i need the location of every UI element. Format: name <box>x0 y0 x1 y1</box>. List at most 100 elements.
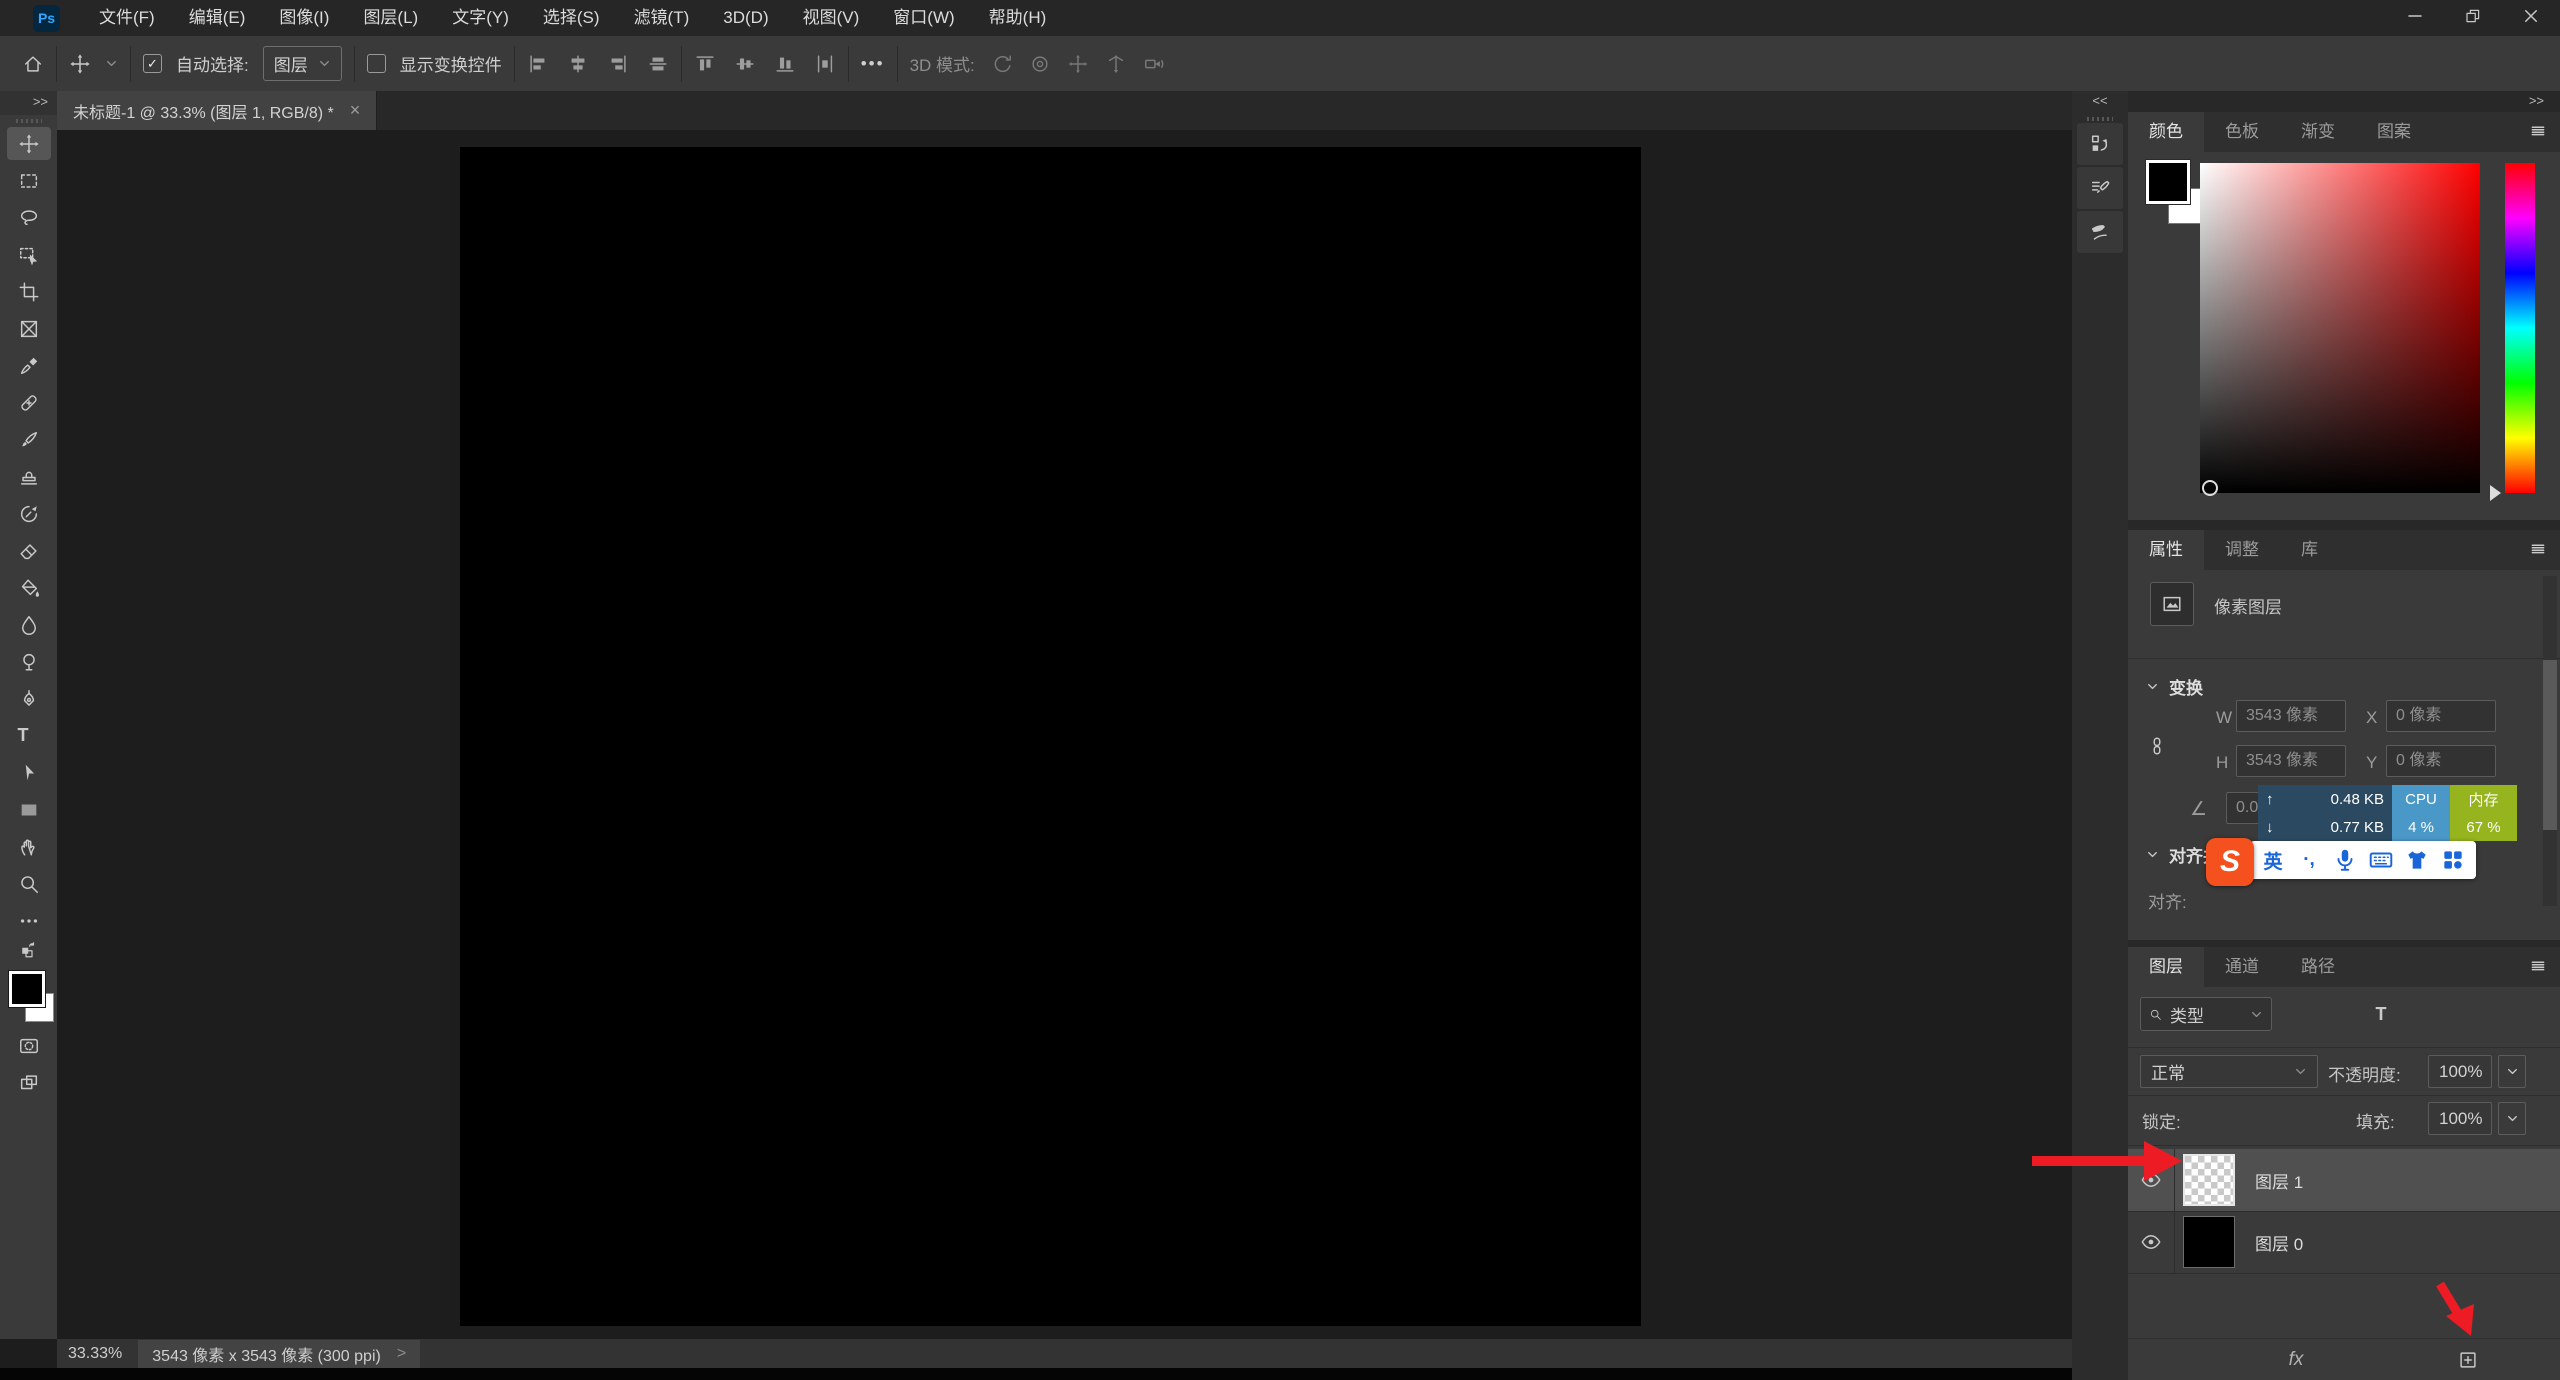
home-icon[interactable] <box>22 53 44 75</box>
dock-expand-button[interactable]: << <box>2072 91 2128 113</box>
blur-tool[interactable] <box>7 608 51 641</box>
align-right-edges-icon[interactable] <box>607 53 629 75</box>
color-field-picker[interactable] <box>2202 480 2218 496</box>
shape-layer-filter-icon[interactable] <box>2411 1003 2433 1025</box>
scrollbar-thumb[interactable] <box>2543 660 2557 830</box>
lock-all-icon[interactable] <box>2326 1109 2346 1129</box>
tab-adjustments[interactable]: 调整 <box>2204 530 2280 570</box>
eyedropper-tool[interactable] <box>7 349 51 382</box>
spot-healing-brush-tool[interactable] <box>7 386 51 419</box>
zoom-tool[interactable] <box>7 867 51 900</box>
tab-channels[interactable]: 通道 <box>2204 947 2280 987</box>
transform-section-header[interactable]: 变换 <box>2146 674 2203 699</box>
current-tool-indicator[interactable] <box>69 53 118 75</box>
blend-mode-dropdown[interactable]: 正常 <box>2140 1055 2318 1088</box>
layer-row[interactable]: 图层 0 <box>2128 1211 2560 1274</box>
new-group-icon[interactable] <box>2414 1349 2436 1371</box>
link-layers-icon[interactable] <box>2242 1349 2264 1371</box>
object-selection-tool[interactable] <box>7 238 51 271</box>
foreground-color-swatch[interactable] <box>2146 160 2190 204</box>
gradient-tool[interactable] <box>7 571 51 604</box>
minimize-button[interactable] <box>2386 0 2444 31</box>
tab-paths[interactable]: 路径 <box>2280 947 2356 987</box>
width-field[interactable]: 3543 像素 <box>2236 700 2346 732</box>
menu-help[interactable]: 帮助(H) <box>972 0 1064 36</box>
history-panel-button[interactable] <box>2077 123 2123 165</box>
menu-type[interactable]: 文字(Y) <box>435 0 526 36</box>
brush-settings-panel-button[interactable] <box>2077 167 2123 209</box>
zoom-level-field[interactable]: 33.33% <box>68 1345 122 1363</box>
menu-layer[interactable]: 图层(L) <box>346 0 435 36</box>
menu-file[interactable]: 文件(F) <box>82 0 172 36</box>
show-transform-checkbox[interactable] <box>367 54 386 73</box>
layer-row[interactable]: 图层 1 <box>2128 1149 2560 1212</box>
foreground-color-swatch[interactable] <box>9 971 45 1007</box>
align-left-edges-icon[interactable] <box>527 53 549 75</box>
restore-button[interactable] <box>2444 0 2502 31</box>
quick-mask-button[interactable] <box>7 1029 51 1062</box>
align-vertical-centers-icon[interactable] <box>647 53 669 75</box>
opacity-dropdown-button[interactable] <box>2498 1055 2526 1088</box>
lock-transparent-pixels-icon[interactable] <box>2194 1109 2214 1129</box>
path-selection-tool[interactable] <box>7 756 51 789</box>
more-align-options-button[interactable]: ••• <box>861 54 885 74</box>
saturation-brightness-field[interactable] <box>2200 163 2480 493</box>
smart-object-filter-icon[interactable] <box>2452 1003 2474 1025</box>
clone-stamp-tool[interactable] <box>7 460 51 493</box>
tab-patterns[interactable]: 图案 <box>2356 112 2432 152</box>
align-bottom-edges-icon[interactable] <box>774 53 796 75</box>
auto-select-dropdown[interactable]: 图层 <box>263 46 342 81</box>
edit-toolbar-button[interactable] <box>7 904 51 937</box>
crop-tool[interactable] <box>7 275 51 308</box>
toolbox-collapse-button[interactable]: >> <box>0 91 57 115</box>
lasso-tool[interactable] <box>7 201 51 234</box>
layer-style-icon[interactable]: fx <box>2285 1349 2307 1371</box>
history-brush-tool[interactable] <box>7 497 51 530</box>
keyboard-icon[interactable] <box>2368 847 2394 873</box>
toolbox-grip[interactable] <box>16 119 42 123</box>
tab-properties[interactable]: 属性 <box>2128 530 2204 570</box>
x-field[interactable]: 0 像素 <box>2386 700 2496 732</box>
layer-filter-toggle[interactable] <box>2493 1003 2515 1025</box>
height-field[interactable]: 3543 像素 <box>2236 745 2346 777</box>
dodge-tool[interactable] <box>7 645 51 678</box>
foreground-background-colors[interactable] <box>7 969 51 1025</box>
ime-logo[interactable]: S <box>2206 838 2254 886</box>
lock-position-icon[interactable] <box>2260 1109 2280 1129</box>
canvas[interactable] <box>460 147 1641 1326</box>
add-layer-mask-icon[interactable] <box>2328 1349 2350 1371</box>
menu-view[interactable]: 视图(V) <box>786 0 877 36</box>
distribute-vertical-centers-icon[interactable] <box>734 53 756 75</box>
document-info[interactable]: 3543 像素 x 3543 像素 (300 ppi) > <box>138 1340 420 1368</box>
skin-icon[interactable] <box>2404 847 2430 873</box>
adjustment-layer-filter-icon[interactable] <box>2329 1003 2351 1025</box>
tab-color[interactable]: 颜色 <box>2128 112 2204 152</box>
layer-name[interactable]: 图层 0 <box>2255 1230 2303 1255</box>
menu-window[interactable]: 窗口(W) <box>876 0 971 36</box>
move-tool[interactable] <box>7 127 51 160</box>
align-top-edges-icon[interactable] <box>694 53 716 75</box>
panel-menu-icon[interactable] <box>2516 538 2560 560</box>
pixel-layer-filter-icon[interactable] <box>2288 1003 2310 1025</box>
rectangular-marquee-tool[interactable] <box>7 164 51 197</box>
menu-select[interactable]: 选择(S) <box>526 0 617 36</box>
document-tab[interactable]: 未标题-1 @ 33.3% (图层 1, RGB/8) * × <box>57 91 377 130</box>
auto-select-checkbox[interactable]: ✓ <box>143 54 162 73</box>
hand-tool[interactable] <box>7 830 51 863</box>
panel-menu-icon[interactable] <box>2516 120 2560 142</box>
rectangle-tool[interactable] <box>7 793 51 826</box>
layer-visibility-toggle[interactable] <box>2128 1149 2175 1211</box>
pen-tool[interactable] <box>7 682 51 715</box>
english-mode-label[interactable]: 英 <box>2260 847 2286 873</box>
close-tab-icon[interactable]: × <box>350 100 361 121</box>
scrollbar-track[interactable] <box>2543 576 2557 906</box>
punctuation-icon[interactable]: ·, <box>2296 847 2322 873</box>
type-tool[interactable]: T <box>7 719 51 752</box>
tab-libraries[interactable]: 库 <box>2280 530 2339 570</box>
type-layer-filter-icon[interactable]: T <box>2370 1003 2392 1025</box>
delete-layer-icon[interactable] <box>2500 1349 2522 1371</box>
menu-image[interactable]: 图像(I) <box>262 0 346 36</box>
brushes-panel-button[interactable] <box>2077 211 2123 253</box>
link-dimensions-icon[interactable] <box>2146 735 2168 757</box>
new-layer-icon[interactable] <box>2457 1349 2479 1371</box>
